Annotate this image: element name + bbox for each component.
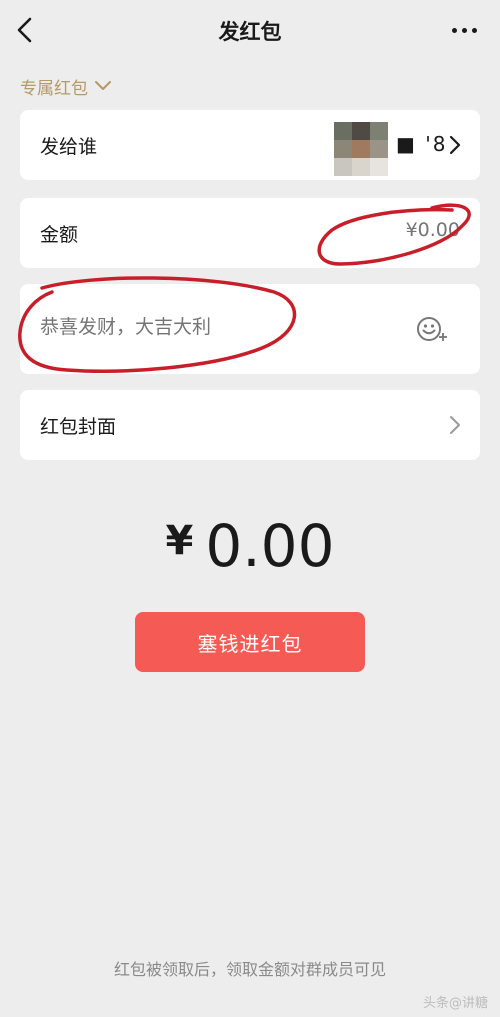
total-currency: ¥ — [165, 518, 194, 564]
recipient-name: ■ '8 — [396, 132, 448, 156]
avatar — [334, 122, 388, 176]
cover-row[interactable]: 红包封面 — [20, 390, 480, 460]
chevron-down-icon — [95, 81, 111, 90]
chevron-right-icon — [450, 416, 460, 434]
page-title: 发红包 — [218, 20, 282, 44]
red-packet-page: 发红包 专属红包 发给谁 ■ '8 金额 ¥0.00 恭喜发财，大吉大利 红包封… — [0, 0, 500, 1017]
watermark: 头条@讲糖 — [422, 996, 488, 1011]
more-dot-icon — [472, 27, 477, 33]
more-dot-icon — [462, 27, 467, 33]
recipient-row[interactable]: 发给谁 ■ '8 — [20, 110, 480, 180]
recipient-label: 发给谁 — [40, 136, 98, 158]
top-bar: 发红包 — [0, 0, 500, 60]
greeting-row — [20, 284, 480, 374]
amount-row: 金额 — [20, 198, 480, 268]
footer-note: 红包被领取后，领取金额对群成员可见 — [113, 960, 386, 979]
chevron-right-icon — [449, 135, 461, 155]
more-dot-icon — [452, 27, 457, 33]
packet-type-label: 专属红包 — [20, 78, 88, 99]
submit-button[interactable]: 塞钱进红包 — [135, 612, 365, 672]
amount-label: 金额 — [40, 224, 79, 246]
cover-label: 红包封面 — [40, 416, 117, 438]
total-value: 0.00 — [205, 512, 335, 580]
greeting-input[interactable] — [40, 316, 380, 338]
packet-type-selector[interactable]: 专属红包 — [20, 74, 112, 99]
total-amount: ¥0.00 — [0, 512, 500, 580]
more-button[interactable] — [452, 22, 480, 38]
amount-input[interactable] — [310, 219, 460, 241]
emoji-add-icon[interactable] — [416, 314, 450, 344]
